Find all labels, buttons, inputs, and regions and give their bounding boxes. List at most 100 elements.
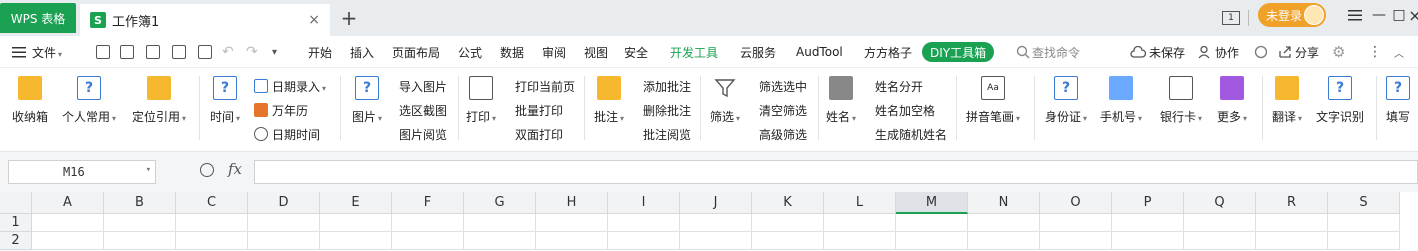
search-command[interactable]: 查找命令: [1016, 36, 1080, 68]
view-comment-button[interactable]: 批注阅览: [643, 124, 691, 144]
cell-n1[interactable]: [968, 214, 1040, 232]
close-tab-icon[interactable]: ×: [308, 12, 320, 28]
filter-selected-button[interactable]: 筛选选中: [759, 76, 807, 96]
cell-r2[interactable]: [1256, 232, 1328, 250]
share-button[interactable]: 分享: [1278, 36, 1319, 68]
cell-c1[interactable]: [176, 214, 248, 232]
cell-s1[interactable]: [1328, 214, 1400, 232]
cell-k2[interactable]: [752, 232, 824, 250]
image-view-button[interactable]: 图片阅览: [399, 124, 447, 144]
redo-icon[interactable]: ↷: [246, 36, 258, 68]
cell-l2[interactable]: [824, 232, 896, 250]
pinyin-strokes-button[interactable]: Aa 拼音笔画: [966, 76, 1020, 136]
column-header-h[interactable]: H: [536, 192, 608, 214]
cell-o1[interactable]: [1040, 214, 1112, 232]
generate-random-name-button[interactable]: 生成随机姓名: [875, 124, 947, 144]
locate-reference-button[interactable]: 定位引用: [132, 76, 186, 136]
cell-h1[interactable]: [536, 214, 608, 232]
tab-fangfang[interactable]: 方方格子: [864, 36, 912, 68]
print-button[interactable]: 打印: [466, 76, 496, 136]
cell-q2[interactable]: [1184, 232, 1256, 250]
column-header-n[interactable]: N: [968, 192, 1040, 214]
more-options-icon[interactable]: ⋮: [1368, 36, 1382, 68]
more-button[interactable]: 更多: [1217, 76, 1247, 136]
cell-g1[interactable]: [464, 214, 536, 232]
file-menu[interactable]: 文件: [12, 36, 62, 68]
cell-i2[interactable]: [608, 232, 680, 250]
name-add-space-button[interactable]: 姓名加空格: [875, 100, 935, 120]
split-name-button[interactable]: 姓名分开: [875, 76, 923, 96]
column-header-c[interactable]: C: [176, 192, 248, 214]
column-header-l[interactable]: L: [824, 192, 896, 214]
cell-a2[interactable]: [32, 232, 104, 250]
cell-g2[interactable]: [464, 232, 536, 250]
collaborate-button[interactable]: 协作: [1198, 36, 1239, 68]
phone-number-button[interactable]: 手机号: [1100, 76, 1142, 136]
zoom-search-icon[interactable]: [200, 163, 214, 177]
print-preview-icon[interactable]: [198, 36, 212, 68]
personal-common-button[interactable]: ? 个人常用: [62, 76, 116, 136]
cell-e1[interactable]: [320, 214, 392, 232]
column-header-j[interactable]: J: [680, 192, 752, 214]
clear-filter-button[interactable]: 清空筛选: [759, 100, 807, 120]
filter-button[interactable]: 筛选: [710, 76, 740, 136]
tab-data[interactable]: 数据: [500, 36, 524, 68]
column-header-a[interactable]: A: [32, 192, 104, 214]
batch-print-button[interactable]: 批量打印: [515, 100, 563, 120]
cell-m2[interactable]: [896, 232, 968, 250]
name-button[interactable]: 姓名: [826, 76, 856, 136]
undo-icon[interactable]: ↶: [222, 36, 234, 68]
column-header-d[interactable]: D: [248, 192, 320, 214]
cell-s2[interactable]: [1328, 232, 1400, 250]
comment-icon[interactable]: [1254, 36, 1268, 68]
column-header-g[interactable]: G: [464, 192, 536, 214]
cell-c2[interactable]: [176, 232, 248, 250]
row-header-1[interactable]: 1: [0, 214, 32, 232]
tab-review[interactable]: 审阅: [542, 36, 566, 68]
cell-p1[interactable]: [1112, 214, 1184, 232]
bank-card-button[interactable]: 银行卡: [1160, 76, 1202, 136]
column-header-f[interactable]: F: [392, 192, 464, 214]
tab-home[interactable]: 开始: [308, 36, 332, 68]
region-screenshot-button[interactable]: 选区截图: [399, 100, 447, 120]
fill-button[interactable]: ? 填写: [1386, 76, 1410, 136]
import-image-button[interactable]: 导入图片: [399, 76, 447, 96]
tab-cloud[interactable]: 云服务: [740, 36, 776, 68]
new-tab-icon[interactable]: +: [338, 6, 360, 30]
select-all-corner[interactable]: [0, 192, 32, 214]
login-button[interactable]: 未登录: [1258, 3, 1326, 27]
workbook-tab[interactable]: S 工作簿1 ×: [80, 4, 330, 36]
cell-d2[interactable]: [248, 232, 320, 250]
column-header-p[interactable]: P: [1112, 192, 1184, 214]
advanced-filter-button[interactable]: 高级筛选: [759, 124, 807, 144]
export-pdf-icon[interactable]: [146, 36, 160, 68]
cell-h2[interactable]: [536, 232, 608, 250]
print-current-page-button[interactable]: 打印当前页: [515, 76, 575, 96]
tab-audtool[interactable]: AudTool: [796, 36, 843, 68]
inbox-button[interactable]: 收纳箱: [12, 76, 48, 136]
tab-security[interactable]: 安全: [624, 36, 648, 68]
date-time-button[interactable]: 日期时间: [254, 124, 320, 144]
ocr-button[interactable]: ? 文字识别: [1316, 76, 1364, 136]
open-icon[interactable]: [96, 36, 110, 68]
column-header-r[interactable]: R: [1256, 192, 1328, 214]
add-comment-button[interactable]: 添加批注: [643, 76, 691, 96]
cell-r1[interactable]: [1256, 214, 1328, 232]
settings-gear-icon[interactable]: ⚙: [1332, 36, 1345, 68]
tab-diy-toolbox[interactable]: DIY工具箱: [922, 42, 995, 62]
perpetual-calendar-button[interactable]: 万年历: [254, 100, 308, 120]
delete-comment-button[interactable]: 删除批注: [643, 100, 691, 120]
column-header-e[interactable]: E: [320, 192, 392, 214]
minimize-icon[interactable]: —: [1368, 5, 1390, 25]
quick-access-dropdown-icon[interactable]: ▾: [272, 36, 277, 68]
chevron-down-icon[interactable]: ▾: [146, 165, 151, 175]
id-card-button[interactable]: ? 身份证: [1045, 76, 1087, 136]
cell-i1[interactable]: [608, 214, 680, 232]
close-window-icon[interactable]: ×: [1404, 5, 1418, 25]
tab-view[interactable]: 视图: [584, 36, 608, 68]
cell-q1[interactable]: [1184, 214, 1256, 232]
wps-home-tab[interactable]: WPS 表格: [0, 3, 76, 33]
cell-o2[interactable]: [1040, 232, 1112, 250]
cell-b1[interactable]: [104, 214, 176, 232]
tab-developer[interactable]: 开发工具: [670, 36, 718, 68]
